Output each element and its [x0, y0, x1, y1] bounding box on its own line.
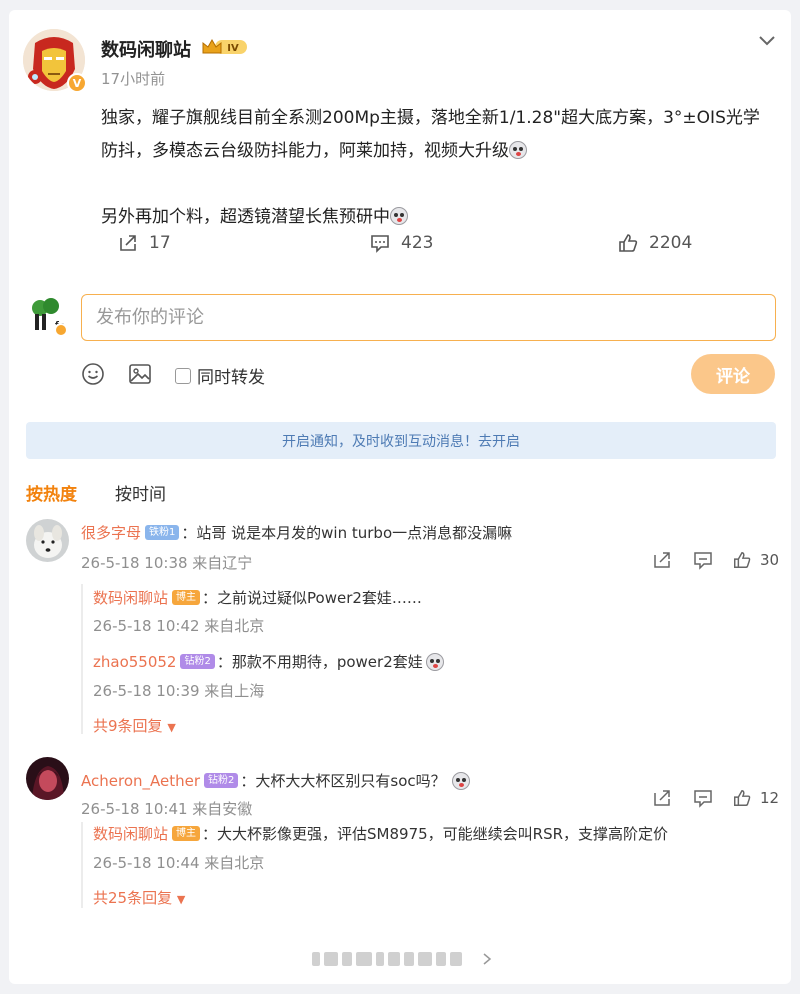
- weibo-post-card: V 数码闲聊站 IV 17小时前 独家，耀子旗舰线目前全系测200Mp主摄，落地…: [9, 10, 791, 984]
- repost-checkbox[interactable]: [175, 367, 191, 384]
- comment-icon: [371, 235, 389, 253]
- author-badge: 博主: [172, 826, 201, 841]
- comment-line: 很多字母 铁粉1 ：站哥 说是本月发的win turbo一点消息都没漏嘛: [81, 522, 512, 543]
- post-paragraph-2-text: 另外再加个料，超透镜潜望长焦预研中: [101, 207, 390, 227]
- caret-down-icon: ▼: [167, 721, 176, 734]
- pagination-strip[interactable]: [312, 950, 492, 968]
- fan-badge: 钻粉2: [204, 773, 239, 788]
- reply-line: 数码闲聊站 博主 ：大大杯影像更强，评估SM8975，可能继续会叫RSR，支撑高…: [93, 823, 668, 844]
- fan-badge: 铁粉1: [145, 525, 180, 540]
- comment-meta: 26-5-18 10:41 来自安徽: [81, 800, 253, 818]
- reply-meta: 26-5-18 10:44 来自北京: [93, 854, 265, 872]
- comment-input[interactable]: [81, 294, 776, 341]
- reply-text: ：大大杯影像更强，评估SM8975，可能继续会叫RSR，支撑高阶定价: [202, 825, 669, 843]
- share-icon[interactable]: [652, 788, 672, 808]
- more-replies-label: 共25条回复: [93, 889, 173, 907]
- comment-avatar[interactable]: [26, 757, 69, 800]
- reply-icon[interactable]: [693, 550, 713, 570]
- fan-badge: 钻粉2: [180, 654, 215, 669]
- like-button[interactable]: 2204: [617, 232, 692, 254]
- image-upload-icon[interactable]: [128, 362, 152, 386]
- author-badge: 博主: [172, 590, 201, 605]
- comment-username[interactable]: 很多字母: [81, 522, 141, 543]
- chevron-right-icon[interactable]: [482, 952, 492, 966]
- emoji-icon: [451, 771, 470, 790]
- author-name[interactable]: 数码闲聊站: [101, 36, 191, 62]
- anime-avatar-icon: [26, 757, 69, 800]
- reply-username[interactable]: 数码闲聊站: [93, 823, 168, 844]
- post-time: 17小时前: [101, 70, 166, 88]
- comment-like-button[interactable]: 30: [732, 550, 779, 570]
- sort-by-hot-tab[interactable]: 按热度: [26, 480, 77, 505]
- post-paragraph-2: 另外再加个料，超透镜潜望长焦预研中: [101, 201, 761, 234]
- comment-button[interactable]: 423: [369, 232, 433, 254]
- comment-like-count: 12: [760, 789, 780, 807]
- thumbs-up-icon: [734, 789, 751, 806]
- repost-together-label: 同时转发: [197, 368, 265, 388]
- repost-count: 17: [149, 233, 171, 253]
- like-count: 2204: [649, 233, 693, 253]
- comment-count: 423: [401, 233, 434, 253]
- reply-line: 数码闲聊站 博主 ：之前说过疑似Power2套娃……: [93, 587, 422, 608]
- chevron-down-icon[interactable]: [757, 30, 777, 50]
- verified-badge-icon: [54, 323, 68, 337]
- repost-together-toggle[interactable]: 同时转发: [175, 363, 265, 388]
- comment-text: ：大杯大大杯区别只有soc吗？: [240, 772, 446, 790]
- crown-level-badge-icon: IV: [202, 38, 247, 54]
- verified-badge-icon: V: [67, 73, 87, 93]
- enable-notification-banner[interactable]: 开启通知，及时收到互动消息！去开启: [26, 422, 776, 459]
- post-paragraph-1-text: 独家，耀子旗舰线目前全系测200Mp主摄，落地全新1/1.28"超大底方案，3°…: [101, 108, 760, 161]
- dog-avatar-icon: [26, 519, 69, 562]
- reply-text: ：那款不用期待，power2套娃: [216, 653, 423, 671]
- comment-like-count: 30: [760, 551, 780, 569]
- reply-thread-bar: [81, 584, 83, 734]
- reply-icon[interactable]: [693, 788, 713, 808]
- reply-meta: 26-5-18 10:42 来自北京: [93, 617, 265, 635]
- thumbs-up-icon: [734, 551, 751, 568]
- submit-comment-button[interactable]: 评论: [691, 354, 775, 394]
- repost-button[interactable]: 17: [117, 232, 171, 254]
- caret-down-icon: ▼: [176, 893, 186, 906]
- comment-username[interactable]: Acheron_Aether: [81, 772, 200, 790]
- comment-like-button[interactable]: 12: [732, 788, 779, 808]
- post-paragraph-1: 独家，耀子旗舰线目前全系测200Mp主摄，落地全新1/1.28"超大底方案，3°…: [101, 102, 761, 168]
- comment-meta: 26-5-18 10:38 来自辽宁: [81, 554, 253, 572]
- reply-line: zhao55052 钻粉2 ：那款不用期待，power2套娃: [93, 651, 444, 672]
- level-badge-text: IV: [227, 43, 239, 54]
- reply-text: ：之前说过疑似Power2套娃……: [202, 589, 422, 607]
- reply-username[interactable]: zhao55052: [93, 653, 176, 671]
- author-avatar[interactable]: V: [23, 29, 87, 93]
- reply-thread-bar: [81, 822, 83, 908]
- comment-avatar[interactable]: [26, 519, 69, 562]
- emoji-icon: [425, 652, 444, 671]
- post-body: 独家，耀子旗舰线目前全系测200Mp主摄，落地全新1/1.28"超大底方案，3°…: [101, 102, 761, 234]
- view-all-replies-link[interactable]: 共9条回复 ▼: [93, 715, 176, 736]
- comment-text: ：站哥 说是本月发的win turbo一点消息都没漏嘛: [181, 524, 513, 542]
- sort-by-time-tab[interactable]: 按时间: [115, 480, 166, 505]
- emoji-icon: [509, 141, 527, 159]
- share-icon[interactable]: [652, 550, 672, 570]
- emoji-picker-icon[interactable]: [81, 362, 105, 386]
- view-all-replies-link[interactable]: 共25条回复 ▼: [93, 887, 185, 908]
- reply-username[interactable]: 数码闲聊站: [93, 587, 168, 608]
- comment-line: Acheron_Aether 钻粉2 ：大杯大大杯区别只有soc吗？: [81, 770, 470, 791]
- more-replies-label: 共9条回复: [93, 717, 163, 735]
- post-actions: 17 423 2204: [9, 232, 791, 256]
- repost-icon: [120, 235, 136, 251]
- reply-meta: 26-5-18 10:39 来自上海: [93, 682, 265, 700]
- emoji-icon: [390, 207, 408, 225]
- thumbs-up-icon: [619, 234, 638, 252]
